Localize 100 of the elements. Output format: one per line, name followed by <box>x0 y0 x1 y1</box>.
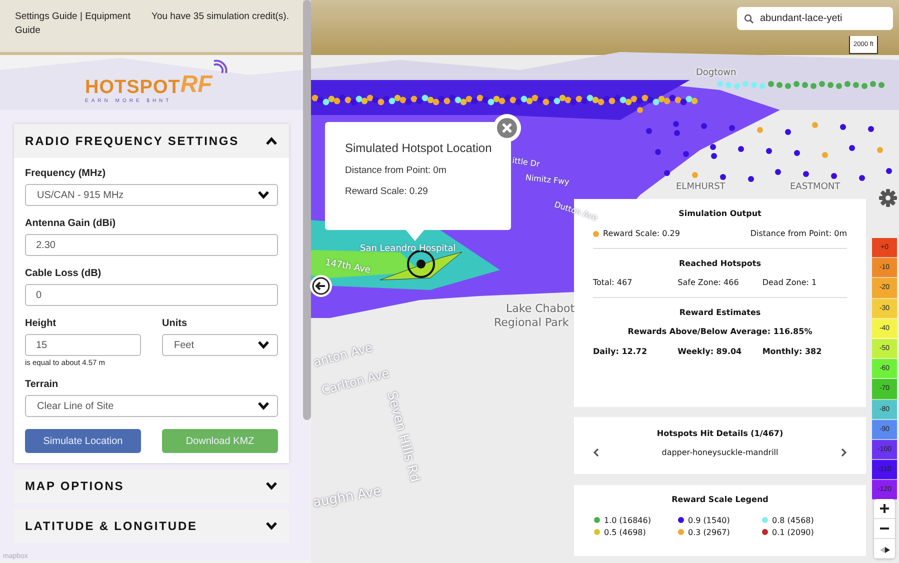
hotspot-dot[interactable] <box>646 128 652 134</box>
units-dropdown[interactable]: Feet <box>162 334 278 356</box>
hotspot-dot[interactable] <box>636 98 643 104</box>
hotspot-dot[interactable] <box>394 94 401 102</box>
hotspot-dot[interactable] <box>454 96 462 104</box>
hotspot-dot[interactable] <box>504 94 511 102</box>
hotspot-dot[interactable] <box>768 81 774 87</box>
hotspot-dot[interactable] <box>471 98 478 104</box>
hotspot-dot[interactable] <box>366 94 374 102</box>
hotspot-dot[interactable] <box>322 98 330 106</box>
hotspot-dot[interactable] <box>691 98 698 104</box>
hotspot-dot[interactable] <box>878 82 884 88</box>
hotspot-dot[interactable] <box>828 82 834 88</box>
hotspot-dot[interactable] <box>405 98 412 106</box>
hotspot-dot[interactable] <box>614 94 621 102</box>
hotspot-dot[interactable] <box>812 122 818 128</box>
accordion-header[interactable]: MAP OPTIONS <box>14 469 289 503</box>
hotspot-dot[interactable] <box>877 147 883 153</box>
hotspot-dot[interactable] <box>674 130 680 136</box>
hotspot-dot[interactable] <box>674 96 682 104</box>
hotspot-dot[interactable] <box>673 121 679 127</box>
hotspot-dot[interactable] <box>510 96 516 104</box>
hotspot-dot[interactable] <box>776 82 782 88</box>
hotspot-dot[interactable] <box>729 125 735 131</box>
hotspot-dot[interactable] <box>844 81 850 87</box>
hotspot-dot[interactable] <box>526 98 533 104</box>
hotspot-dot[interactable] <box>630 96 638 102</box>
accordion-header[interactable]: RADIO FREQUENCY SETTINGS <box>14 124 289 158</box>
hotspot-dot[interactable] <box>581 98 588 104</box>
hotspot-dot[interactable] <box>822 152 828 158</box>
hotspot-dot[interactable] <box>416 98 423 104</box>
hotspot-dot[interactable] <box>720 174 726 180</box>
hotspot-dot[interactable] <box>886 168 892 174</box>
hotspot-dot[interactable] <box>760 83 766 89</box>
hotspot-dot[interactable] <box>449 94 456 102</box>
hotspot-dot[interactable] <box>664 98 670 104</box>
hotspot-dot[interactable] <box>344 96 352 104</box>
accordion-header[interactable]: LATITUDE & LONGITUDE <box>14 509 289 543</box>
hotspot-dot[interactable] <box>498 98 506 104</box>
hotspot-dot[interactable] <box>711 153 717 159</box>
hotspot-dot[interactable] <box>388 98 396 104</box>
hotspot-dot[interactable] <box>378 98 384 106</box>
hotspot-dot[interactable] <box>603 96 610 102</box>
guide-links[interactable]: Settings Guide | Equipment Guide <box>15 10 135 52</box>
hotspot-dot[interactable] <box>542 98 550 106</box>
hotspot-dot[interactable] <box>701 123 707 129</box>
hotspot-dot[interactable] <box>669 94 676 102</box>
hotspot-dot[interactable] <box>372 96 379 104</box>
hotspot-dot[interactable] <box>868 126 874 132</box>
hotspot-dot[interactable] <box>748 176 754 182</box>
hotspot-dot[interactable] <box>775 169 781 175</box>
hotspot-dot[interactable] <box>576 96 582 102</box>
hotspot-dot[interactable] <box>831 173 837 179</box>
hotspot-dot[interactable] <box>810 83 816 89</box>
hotspot-dot[interactable] <box>328 96 335 102</box>
hotspot-dot[interactable] <box>422 94 428 102</box>
search-field[interactable]: abundant-lace-yeti <box>737 7 893 30</box>
hotspot-dot[interactable] <box>734 83 740 89</box>
hotspot-dot[interactable] <box>564 96 572 104</box>
hotspot-dot[interactable] <box>664 170 670 176</box>
hotspot-dot[interactable] <box>819 81 825 87</box>
hotspot-dot[interactable] <box>460 98 467 106</box>
hotspot-dot[interactable] <box>655 149 661 155</box>
hotspot-dot[interactable] <box>794 150 800 156</box>
hotspot-dot[interactable] <box>438 96 445 102</box>
simulate-button[interactable]: Simulate Location <box>25 429 141 453</box>
hotspot-dot[interactable] <box>802 82 808 88</box>
hotspot-dot[interactable] <box>840 124 846 130</box>
hotspot-dot[interactable] <box>658 96 665 102</box>
hotspot-dot[interactable] <box>794 81 800 87</box>
hotspot-dot[interactable] <box>680 98 687 106</box>
hotspot-dot[interactable] <box>608 98 616 104</box>
hotspot-dot[interactable] <box>738 146 744 152</box>
hotspot-dot[interactable] <box>410 96 418 102</box>
hotspot-dot[interactable] <box>686 96 692 102</box>
hotspot-dot[interactable] <box>766 148 772 154</box>
hotspot-dot[interactable] <box>870 81 876 87</box>
hotspot-dot[interactable] <box>836 83 842 89</box>
hotspot-dot[interactable] <box>757 127 763 133</box>
hotspot-dot[interactable] <box>598 98 604 106</box>
hotspot-dot[interactable] <box>520 96 528 102</box>
hotspot-dot[interactable] <box>785 83 791 89</box>
hotspot-dot[interactable] <box>493 96 500 102</box>
hotspot-dot[interactable] <box>642 94 648 102</box>
hotspot-dot[interactable] <box>312 94 318 102</box>
hotspot-dot[interactable] <box>350 98 357 106</box>
hotspot-dot[interactable] <box>592 96 599 104</box>
hotspot-dot[interactable] <box>859 175 865 181</box>
hotspot-dot[interactable] <box>383 96 390 102</box>
hotspot-dot[interactable] <box>742 81 748 87</box>
hotspot-dot[interactable] <box>548 96 555 102</box>
hotspot-dot[interactable] <box>637 107 643 113</box>
hotspot-dot[interactable] <box>482 96 489 104</box>
hotspot-dot[interactable] <box>515 98 522 106</box>
hotspot-dot[interactable] <box>466 96 472 102</box>
hotspot-dot[interactable] <box>476 94 484 102</box>
hotspot-dot[interactable] <box>427 96 434 104</box>
hotspot-dot[interactable] <box>726 82 732 88</box>
hotspot-dot[interactable] <box>625 98 632 106</box>
hotspot-dot[interactable] <box>444 98 450 104</box>
